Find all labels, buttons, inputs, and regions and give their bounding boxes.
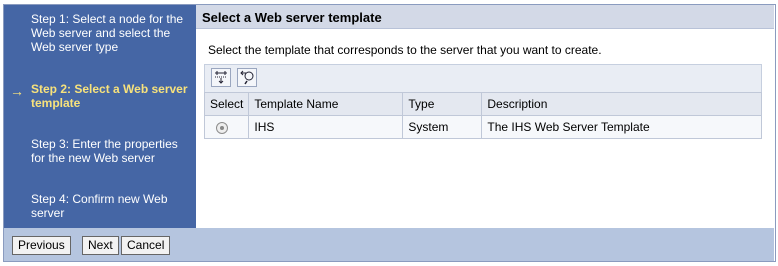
table-row: IHS System The IHS Web Server Template: [203, 115, 762, 139]
panel-title-bar: Select a Web server template: [196, 5, 774, 29]
current-step-arrow-icon: →: [10, 83, 24, 99]
step-4-label: Step 4: Confirm new Web server: [31, 192, 168, 220]
step-1-label: Step 1: Select a node for the Web server…: [31, 12, 184, 54]
table-toolbar: [204, 64, 762, 92]
main-panel: Select a Web server template Select the …: [196, 5, 774, 228]
select-cell: [203, 115, 250, 139]
wizard-footer: Previous Next Cancel: [4, 228, 774, 261]
step-3-label: Step 3: Enter the properties for the new…: [31, 137, 178, 165]
filter-icon: [240, 70, 254, 85]
previous-button[interactable]: Previous: [12, 236, 71, 255]
next-button[interactable]: Next: [82, 236, 119, 255]
column-header-template-name[interactable]: Template Name: [248, 92, 404, 116]
templates-table: Select Template Name Type Description IH…: [203, 92, 762, 139]
description-cell: The IHS Web Server Template: [481, 115, 762, 139]
table-header-row: Select Template Name Type Description: [203, 92, 762, 116]
template-name-cell: IHS: [248, 115, 404, 139]
wizard-steps-sidebar: Step 1: Select a node for the Web server…: [4, 5, 196, 228]
column-header-description[interactable]: Description: [481, 92, 762, 116]
select-all-icon: [215, 71, 227, 84]
instruction-text: Select the template that corresponds to …: [208, 43, 602, 57]
select-all-button[interactable]: [211, 68, 231, 87]
column-header-select[interactable]: Select: [203, 92, 250, 116]
type-cell: System: [402, 115, 483, 139]
page-title: Select a Web server template: [202, 10, 382, 25]
filter-button[interactable]: [237, 68, 257, 87]
step-2-label: Step 2: Select a Web server template: [31, 82, 188, 110]
column-header-type[interactable]: Type: [402, 92, 483, 116]
cancel-button[interactable]: Cancel: [121, 236, 171, 255]
template-radio-button[interactable]: [216, 121, 228, 134]
